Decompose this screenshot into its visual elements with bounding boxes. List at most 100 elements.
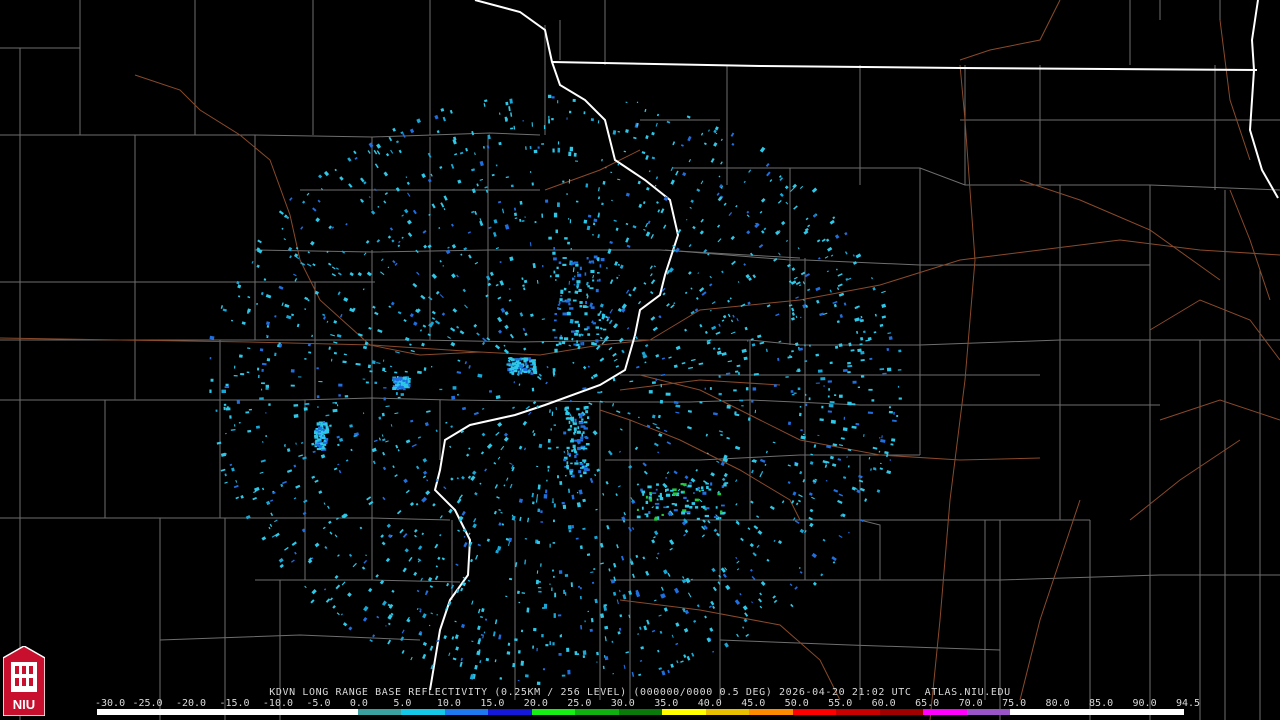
echo-speck xyxy=(374,163,379,169)
echo-cluster-speck xyxy=(697,486,701,490)
echo-speck xyxy=(538,590,542,593)
echo-speck xyxy=(637,633,640,635)
echo-speck xyxy=(338,383,343,387)
echo-speck xyxy=(426,479,429,482)
echo-cluster-speck xyxy=(532,368,537,371)
echo-speck xyxy=(617,130,620,133)
echo-cluster-speck xyxy=(555,343,559,347)
echo-speck xyxy=(793,276,798,280)
echo-speck xyxy=(460,253,463,256)
echo-speck xyxy=(636,365,640,369)
echo-cluster-speck xyxy=(648,511,651,514)
echo-speck xyxy=(789,583,793,587)
echo-speck xyxy=(409,501,415,507)
echo-speck xyxy=(462,288,467,293)
echo-cluster-speck xyxy=(567,428,571,431)
echo-cluster-speck xyxy=(509,371,512,374)
echo-speck xyxy=(751,601,753,604)
echo-speck xyxy=(337,443,340,447)
echo-speck xyxy=(645,154,649,160)
echo-speck xyxy=(569,110,572,114)
echo-speck xyxy=(649,265,653,270)
echo-speck xyxy=(497,422,503,428)
echo-speck xyxy=(449,109,453,114)
echo-cluster-speck xyxy=(584,328,588,331)
echo-speck xyxy=(522,420,528,426)
echo-speck xyxy=(459,330,465,335)
echo-speck xyxy=(421,532,425,536)
echo-speck xyxy=(304,308,307,310)
echo-speck xyxy=(824,464,828,468)
echo-speck xyxy=(460,623,466,629)
echo-speck xyxy=(374,311,379,316)
echo-speck xyxy=(733,389,737,392)
echo-speck xyxy=(794,586,798,590)
echo-speck xyxy=(266,358,271,362)
echo-speck xyxy=(431,203,436,209)
echo-speck xyxy=(279,343,283,348)
echo-speck xyxy=(626,327,630,330)
echo-speck xyxy=(460,587,464,592)
echo-speck xyxy=(284,546,289,551)
echo-speck xyxy=(500,445,505,451)
echo-speck xyxy=(699,401,703,404)
echo-speck xyxy=(744,326,748,331)
echo-speck xyxy=(593,218,598,223)
echo-speck xyxy=(725,584,731,591)
echo-speck xyxy=(765,450,768,454)
echo-cluster-speck xyxy=(565,406,569,410)
echo-speck xyxy=(582,655,586,658)
echo-speck xyxy=(689,206,692,209)
echo-speck xyxy=(888,336,893,341)
echo-speck xyxy=(235,479,238,483)
echo-speck xyxy=(426,410,431,413)
scale-swatch xyxy=(705,709,750,715)
scale-swatch xyxy=(401,709,445,715)
echo-speck xyxy=(847,364,853,368)
echo-speck xyxy=(870,468,872,471)
echo-speck xyxy=(445,421,448,424)
echo-speck xyxy=(261,388,263,391)
echo-speck xyxy=(722,573,727,578)
echo-speck xyxy=(401,629,405,634)
echo-speck xyxy=(572,267,575,273)
echo-speck xyxy=(477,625,481,631)
echo-speck xyxy=(445,249,451,255)
echo-speck xyxy=(252,496,257,501)
echo-speck xyxy=(499,677,503,680)
echo-speck xyxy=(435,290,440,295)
echo-speck xyxy=(481,432,486,437)
echo-speck xyxy=(653,265,656,268)
echo-speck xyxy=(680,660,684,663)
echo-speck xyxy=(410,349,415,353)
echo-cluster-speck xyxy=(599,264,602,268)
echo-speck xyxy=(637,180,641,185)
echo-speck xyxy=(632,225,637,229)
echo-speck xyxy=(871,399,875,402)
echo-speck xyxy=(746,210,750,214)
echo-speck xyxy=(332,408,338,413)
echo-cluster-speck xyxy=(578,289,582,292)
echo-speck xyxy=(617,263,621,266)
echo-speck xyxy=(236,400,240,404)
echo-speck xyxy=(621,349,625,354)
echo-speck xyxy=(447,336,451,339)
echo-speck xyxy=(343,353,347,356)
echo-speck xyxy=(481,608,485,613)
echo-speck xyxy=(555,229,558,234)
echo-speck xyxy=(508,288,511,290)
echo-cluster-speck xyxy=(571,449,574,452)
echo-speck xyxy=(402,567,407,573)
echo-cluster-speck xyxy=(580,436,584,440)
echo-speck xyxy=(772,441,776,444)
echo-cluster-speck xyxy=(574,320,579,324)
echo-speck xyxy=(286,448,291,453)
echo-speck xyxy=(389,365,393,368)
echo-speck xyxy=(366,496,372,501)
echo-speck xyxy=(422,324,427,328)
echo-cluster-speck xyxy=(683,496,687,499)
echo-speck xyxy=(485,275,491,281)
echo-speck xyxy=(879,462,882,465)
echo-speck xyxy=(432,503,436,507)
echo-cluster-speck xyxy=(577,323,580,328)
